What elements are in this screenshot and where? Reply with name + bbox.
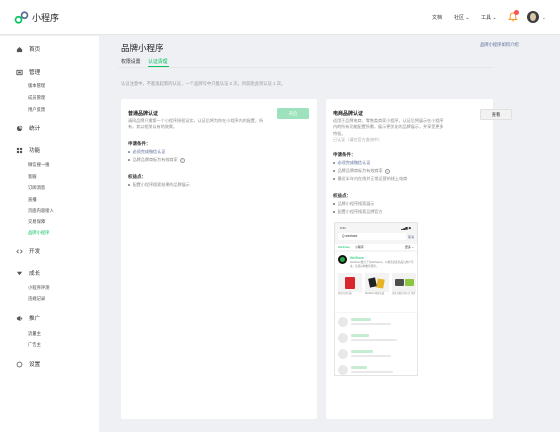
manage-icon — [16, 69, 23, 75]
wechat-cert-link[interactable]: 必须完成微信认证 — [338, 160, 371, 166]
growth-icon — [16, 271, 23, 275]
sidebar-item-stats[interactable]: 统计 — [16, 124, 40, 132]
sidebar-item-subscription[interactable]: 订阅消息 — [28, 185, 45, 191]
list-item: 品牌小程序搜索展示 — [333, 201, 374, 207]
tab-permissions[interactable]: 权限设置 — [121, 58, 141, 65]
sidebar-item-settings[interactable]: 设置 — [16, 360, 40, 368]
card-premium-cond-title: 申请条件： — [333, 152, 356, 157]
sidebar-item-live[interactable]: 直播 — [28, 197, 37, 203]
sidebar-item-manage[interactable]: 管理 — [16, 68, 40, 76]
list-item: 必须完成微信认证 — [128, 149, 165, 155]
sidebar-item-evaluation[interactable]: 小程序评测 — [28, 285, 49, 291]
sidebar-item-features[interactable]: 功能 — [16, 146, 40, 154]
phone-time: 9:41 — [340, 226, 346, 230]
home-icon — [16, 46, 23, 52]
phone-brand-name: WeShare — [350, 256, 364, 260]
sidebar-item-members[interactable]: 成员管理 — [28, 95, 45, 101]
enable-button[interactable]: 开启 — [277, 108, 309, 119]
phone-preview: 9:41 ▂▄▆ ◼ Q weshare 取消 WeShare 小程序 更多 ⌄… — [334, 222, 418, 376]
code-icon — [16, 248, 23, 254]
product-image — [365, 273, 389, 292]
chevron-down-icon[interactable]: ⌄ — [542, 15, 546, 21]
view-button[interactable]: 查看 — [480, 109, 512, 120]
product-image — [338, 273, 362, 292]
phone-tab: WeShare — [338, 245, 350, 249]
help-link[interactable]: 品牌小程序如何介绍 — [480, 42, 519, 48]
sidebar-item-traffic[interactable]: 流量主 — [28, 331, 41, 337]
promote-icon — [16, 315, 23, 321]
sidebar-item-advertiser[interactable]: 广告主 — [28, 342, 41, 348]
top-bar: 小程序 文档 社区 ⌄ 工具 ⌄ ⌄ — [0, 0, 560, 35]
sidebar-item-trade-guarantee[interactable]: 交易保障 — [28, 219, 45, 225]
sidebar-item-brand-miniprogram[interactable]: 品牌小程序 — [28, 230, 49, 236]
list-item: 配置小程序搜索结果的品牌展示 — [128, 182, 190, 188]
sidebar-item-feedback[interactable]: 用户反馈 — [28, 107, 45, 113]
product-image — [392, 273, 416, 292]
list-item: 品牌品牌商标为有效商家? — [333, 168, 390, 174]
product-label: 金色可爱护身卡片 挂件 — [392, 293, 416, 295]
sidebar-item-home[interactable]: 首页 — [16, 45, 40, 53]
tab-certification[interactable]: 认证清理 — [148, 58, 168, 65]
question-icon[interactable]: ? — [179, 157, 185, 163]
app-logo[interactable]: 小程序 — [14, 10, 59, 25]
stats-icon — [16, 124, 23, 131]
mini-program-logo-icon — [14, 11, 29, 24]
nav-community[interactable]: 社区 ⌄ — [454, 14, 470, 21]
tabs-divider — [118, 67, 494, 68]
intro-text: 认证注意中，不能发起新的认证，一个品牌号中只能认证 2 次，目前距此项认证 1 … — [121, 81, 286, 86]
sidebar-item-dev[interactable]: 开发 — [16, 247, 40, 255]
sidebar-item-violations[interactable]: 违规记录 — [28, 296, 45, 302]
card-premium-note: 已认证（请在官方查询中） — [333, 137, 383, 142]
sidebar-item-promote[interactable]: 推广 — [16, 314, 40, 322]
wechat-cert-link[interactable]: 必须完成微信认证 — [133, 149, 166, 155]
list-item: 配置小程序搜索品牌官方 — [333, 209, 383, 215]
product-label: WeShare 限定礼盒 — [365, 293, 385, 295]
card-premium-title: 电商品牌认证 — [333, 111, 364, 117]
card-normal-rights-title: 权益点： — [128, 174, 146, 179]
settings-icon — [16, 361, 23, 367]
card-normal-desc: 请同品牌只需第一个小程序授权证实，认证后将为你在小程序内的配置，所有，其以相关以… — [128, 118, 264, 130]
page-title: 品牌小程序 — [121, 43, 164, 53]
nav-docs[interactable]: 文档 — [432, 14, 442, 21]
sidebar-item-growth[interactable]: 成长 — [16, 269, 40, 277]
user-avatar[interactable] — [527, 11, 539, 23]
list-item: 最近半年内在线并正常运营的线上电商 — [333, 176, 407, 182]
sidebar-item-version[interactable]: 版本管理 — [28, 83, 45, 89]
app-title: 小程序 — [32, 13, 60, 23]
sidebar-item-customer-service[interactable]: 客服 — [28, 174, 37, 180]
card-premium-desc: 适用于品牌电商、零售类商家小程序，认证后将展示在小程序内的所有功能配置所需，展示… — [333, 118, 444, 136]
sidebar-item-page-content[interactable]: 页面内容接入 — [28, 208, 54, 214]
question-icon[interactable]: ? — [384, 168, 390, 174]
list-item: 品牌品牌商标为有效商家? — [128, 157, 185, 163]
card-normal-cond-title: 申请条件： — [128, 141, 151, 146]
product-label: 彩色红包封面 — [338, 293, 352, 295]
phone-signal: ▂▄▆ ◼ — [401, 226, 412, 230]
phone-brand-desc: WeShare致力于为WeSpace，以精选优质商品为用户带来，优质好物推荐服务… — [350, 261, 414, 268]
card-normal-title: 普通品牌认证 — [128, 111, 159, 117]
phone-tab: 更多 ⌄ — [405, 245, 415, 249]
nav-tools[interactable]: 工具 ⌄ — [481, 14, 497, 21]
list-item: 必须完成微信认证 — [333, 160, 370, 166]
phone-cancel: 取消 — [408, 235, 415, 239]
phone-tab: 小程序 — [355, 245, 364, 249]
card-normal-certification — [121, 99, 317, 419]
card-premium-rights-title: 权益点： — [333, 193, 351, 198]
phone-search-box: Q weshare — [338, 233, 406, 240]
sidebar-item-wechat-search[interactable]: 微信搜一搜 — [28, 162, 49, 168]
sidebar — [0, 36, 99, 432]
notification-badge — [514, 10, 519, 15]
features-icon — [16, 147, 23, 153]
